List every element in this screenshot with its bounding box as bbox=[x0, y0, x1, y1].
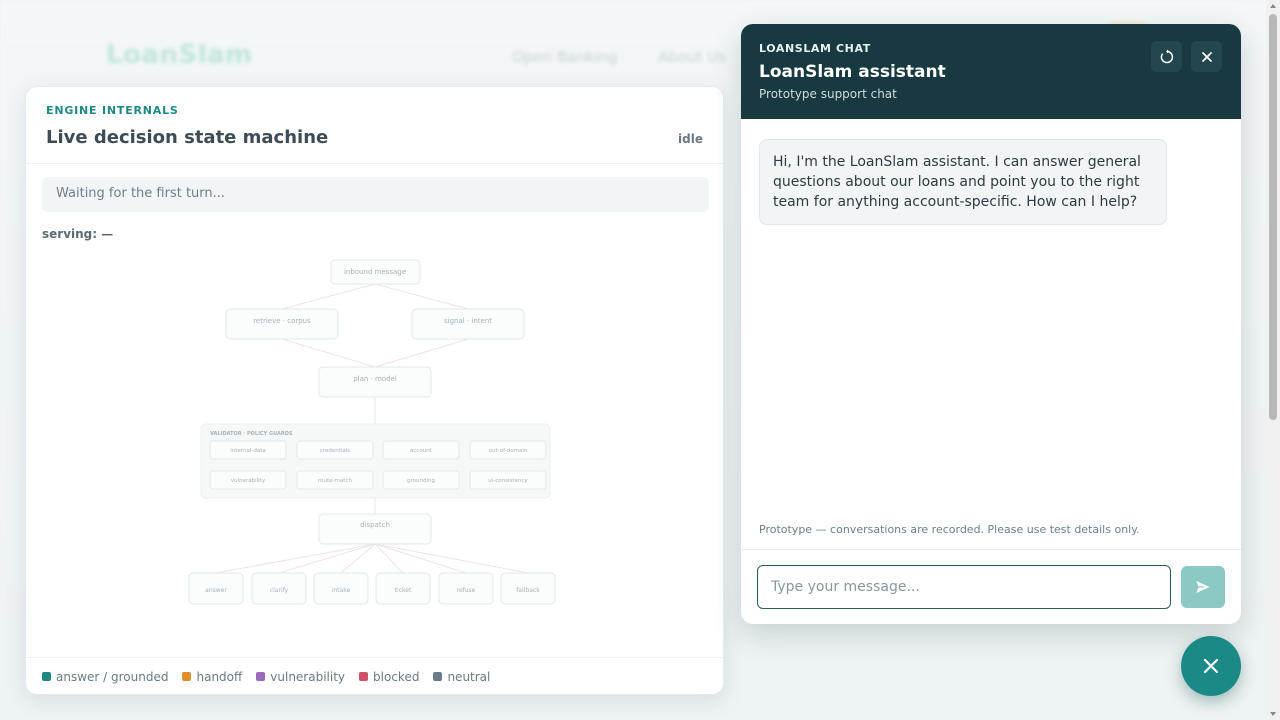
outcome-ticket: ticket bbox=[375, 572, 431, 605]
node-plan-label: plan · model bbox=[353, 375, 397, 383]
outcome-refuse: refuse bbox=[438, 572, 494, 605]
legend-swatch bbox=[256, 672, 266, 681]
page-scrollbar[interactable] bbox=[1266, 0, 1280, 720]
legend-swatch bbox=[182, 672, 192, 681]
close-icon bbox=[1201, 51, 1212, 62]
legend-item-handoff: handoff bbox=[182, 670, 242, 684]
guard-credentials: credentials bbox=[296, 440, 374, 460]
chat-eyebrow: LOANSLAM CHAT bbox=[759, 42, 871, 55]
legend-item-vulnerability: vulnerability bbox=[256, 670, 345, 684]
chat-title: LoanSlam assistant bbox=[759, 62, 946, 82]
scroll-down-arrow-icon[interactable] bbox=[1270, 712, 1276, 716]
send-button[interactable] bbox=[1181, 566, 1225, 608]
send-icon bbox=[1196, 581, 1210, 593]
node-inbound-label: inbound message bbox=[344, 268, 406, 276]
assistant-message: Hi, I'm the LoanSlam assistant. I can an… bbox=[759, 139, 1167, 225]
legend-item-answer-grounded: answer / grounded bbox=[42, 670, 168, 684]
validator-group: VALIDATOR · POLICY GUARDS internal-data … bbox=[200, 423, 551, 499]
node-retrieve-label: retrieve · corpus bbox=[253, 317, 311, 325]
svg-text:out-of-domain: out-of-domain bbox=[489, 448, 528, 454]
outcome-intake: intake bbox=[313, 572, 369, 605]
node-retrieve-corpus: retrieve · corpus bbox=[225, 308, 339, 340]
legend-swatch bbox=[42, 672, 51, 681]
serving-label: serving: — bbox=[42, 227, 114, 241]
outcome-clarify: clarify bbox=[251, 572, 307, 605]
node-signal-label: signal · intent bbox=[444, 317, 492, 325]
svg-text:intake: intake bbox=[332, 587, 351, 594]
legend-item-blocked: blocked bbox=[359, 670, 419, 684]
engine-panel: ENGINE INTERNALS Live decision state mac… bbox=[25, 86, 724, 695]
svg-text:route-match: route-match bbox=[318, 478, 352, 484]
scrollbar-thumb[interactable] bbox=[1269, 14, 1277, 420]
reset-chat-button[interactable] bbox=[1151, 41, 1182, 72]
nav-link-about-us[interactable]: About Us bbox=[658, 48, 726, 66]
engine-state-badge: idle bbox=[678, 132, 703, 146]
guard-grounding: grounding bbox=[382, 470, 460, 490]
svg-text:account: account bbox=[410, 448, 433, 454]
legend-swatch bbox=[359, 672, 369, 681]
guard-route-match: route-match bbox=[296, 470, 374, 490]
node-dispatch: dispatch bbox=[318, 513, 432, 545]
node-dispatch-label: dispatch bbox=[360, 521, 390, 529]
site-logo: LoanSlam bbox=[106, 40, 253, 70]
engine-panel-header: ENGINE INTERNALS Live decision state mac… bbox=[26, 87, 723, 164]
guard-out-of-domain: out-of-domain bbox=[469, 440, 547, 460]
message-input[interactable] bbox=[757, 565, 1171, 609]
svg-text:internal-data: internal-data bbox=[230, 448, 265, 454]
chat-header: LOANSLAM CHAT LoanSlam assistant Prototy… bbox=[741, 24, 1241, 119]
svg-text:clarify: clarify bbox=[270, 587, 289, 594]
close-chat-button[interactable] bbox=[1191, 41, 1222, 72]
refresh-icon bbox=[1160, 49, 1173, 63]
guard-internal-data: internal-data bbox=[209, 440, 287, 460]
legend-swatch bbox=[433, 672, 443, 681]
svg-text:ui-consistency: ui-consistency bbox=[488, 478, 528, 484]
scroll-up-arrow-icon[interactable] bbox=[1270, 4, 1276, 8]
svg-text:refuse: refuse bbox=[457, 587, 476, 594]
svg-text:grounding: grounding bbox=[407, 478, 435, 484]
validator-label: VALIDATOR · POLICY GUARDS bbox=[210, 431, 293, 437]
node-signal-intent: signal · intent bbox=[411, 308, 525, 340]
chat-composer bbox=[741, 549, 1241, 624]
engine-eyebrow: ENGINE INTERNALS bbox=[46, 104, 179, 117]
guard-ui-consistency: ui-consistency bbox=[469, 470, 547, 490]
outcome-answer: answer bbox=[188, 572, 244, 605]
node-plan-model: plan · model bbox=[318, 366, 432, 398]
svg-text:vulnerability: vulnerability bbox=[231, 478, 266, 484]
recording-notice: Prototype — conversations are recorded. … bbox=[759, 523, 1140, 536]
chat-toggle-button[interactable] bbox=[1181, 636, 1241, 696]
node-inbound-message: inbound message bbox=[330, 259, 421, 285]
diagram-edges bbox=[215, 283, 529, 574]
svg-text:answer: answer bbox=[205, 587, 227, 594]
turn-status-box: Waiting for the first turn... bbox=[42, 177, 709, 212]
svg-text:fallback: fallback bbox=[516, 587, 540, 594]
svg-text:ticket: ticket bbox=[395, 587, 412, 594]
nav-link-open-banking[interactable]: Open Banking bbox=[512, 48, 618, 66]
chat-subtitle: Prototype support chat bbox=[759, 87, 897, 101]
outcome-fallback: fallback bbox=[500, 572, 556, 605]
svg-text:credentials: credentials bbox=[320, 448, 350, 454]
guard-vulnerability: vulnerability bbox=[209, 470, 287, 490]
close-icon bbox=[1203, 658, 1219, 674]
chat-panel: LOANSLAM CHAT LoanSlam assistant Prototy… bbox=[741, 24, 1241, 624]
guard-account: account bbox=[382, 440, 460, 460]
diagram-legend: answer / grounded handoff vulnerability … bbox=[26, 657, 723, 695]
legend-item-neutral: neutral bbox=[433, 670, 490, 684]
engine-title: Live decision state machine bbox=[46, 127, 329, 148]
